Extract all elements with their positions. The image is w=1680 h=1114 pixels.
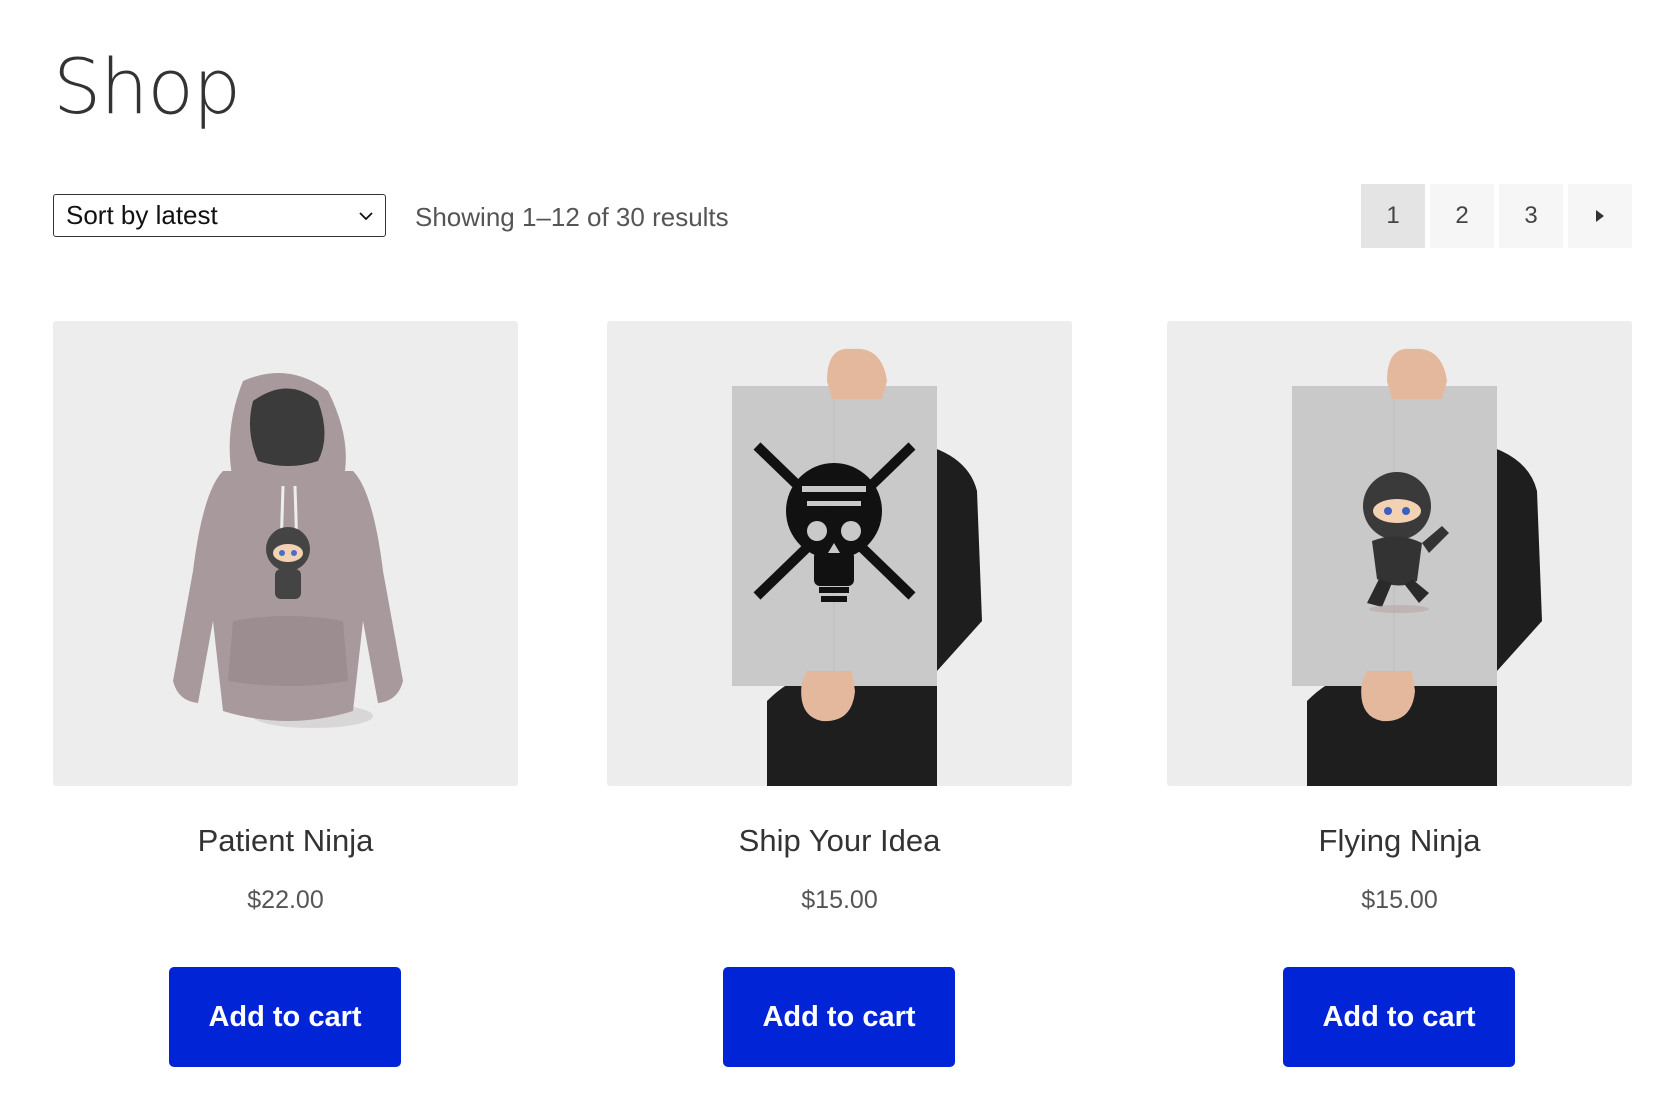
triangle-right-icon — [1596, 210, 1604, 222]
product-name[interactable]: Flying Ninja — [1167, 823, 1632, 859]
next-page-button[interactable] — [1568, 184, 1632, 248]
add-to-cart-button[interactable]: Add to cart — [169, 967, 401, 1067]
add-to-cart-button[interactable]: Add to cart — [723, 967, 955, 1067]
product-card: Ship Your Idea $15.00 Add to cart — [607, 321, 1072, 1067]
add-to-cart-button[interactable]: Add to cart — [1283, 967, 1515, 1067]
page-2-link[interactable]: 2 — [1430, 184, 1494, 248]
pagination: 1 2 3 — [1361, 184, 1632, 248]
product-price: $15.00 — [801, 886, 878, 914]
results-count: Showing 1–12 of 30 results — [415, 202, 729, 232]
product-price: $22.00 — [247, 886, 324, 914]
product-name[interactable]: Patient Ninja — [53, 823, 518, 859]
sort-select-label: Sort by latest — [66, 200, 218, 230]
chevron-down-icon — [359, 209, 373, 223]
product-image-poster-skull[interactable] — [607, 321, 1072, 786]
product-price: $15.00 — [1361, 886, 1438, 914]
sort-select[interactable]: Sort by latest — [53, 194, 386, 237]
product-card: Patient Ninja $22.00 Add to cart — [53, 321, 518, 1067]
product-card: Flying Ninja $15.00 Add to cart — [1167, 321, 1632, 1067]
product-image-poster-ninja[interactable] — [1167, 321, 1632, 786]
product-image-hoodie[interactable] — [53, 321, 518, 786]
page-title: Shop — [53, 42, 241, 131]
page-3-link[interactable]: 3 — [1499, 184, 1563, 248]
product-name[interactable]: Ship Your Idea — [607, 823, 1072, 859]
page-1-current: 1 — [1361, 184, 1425, 248]
